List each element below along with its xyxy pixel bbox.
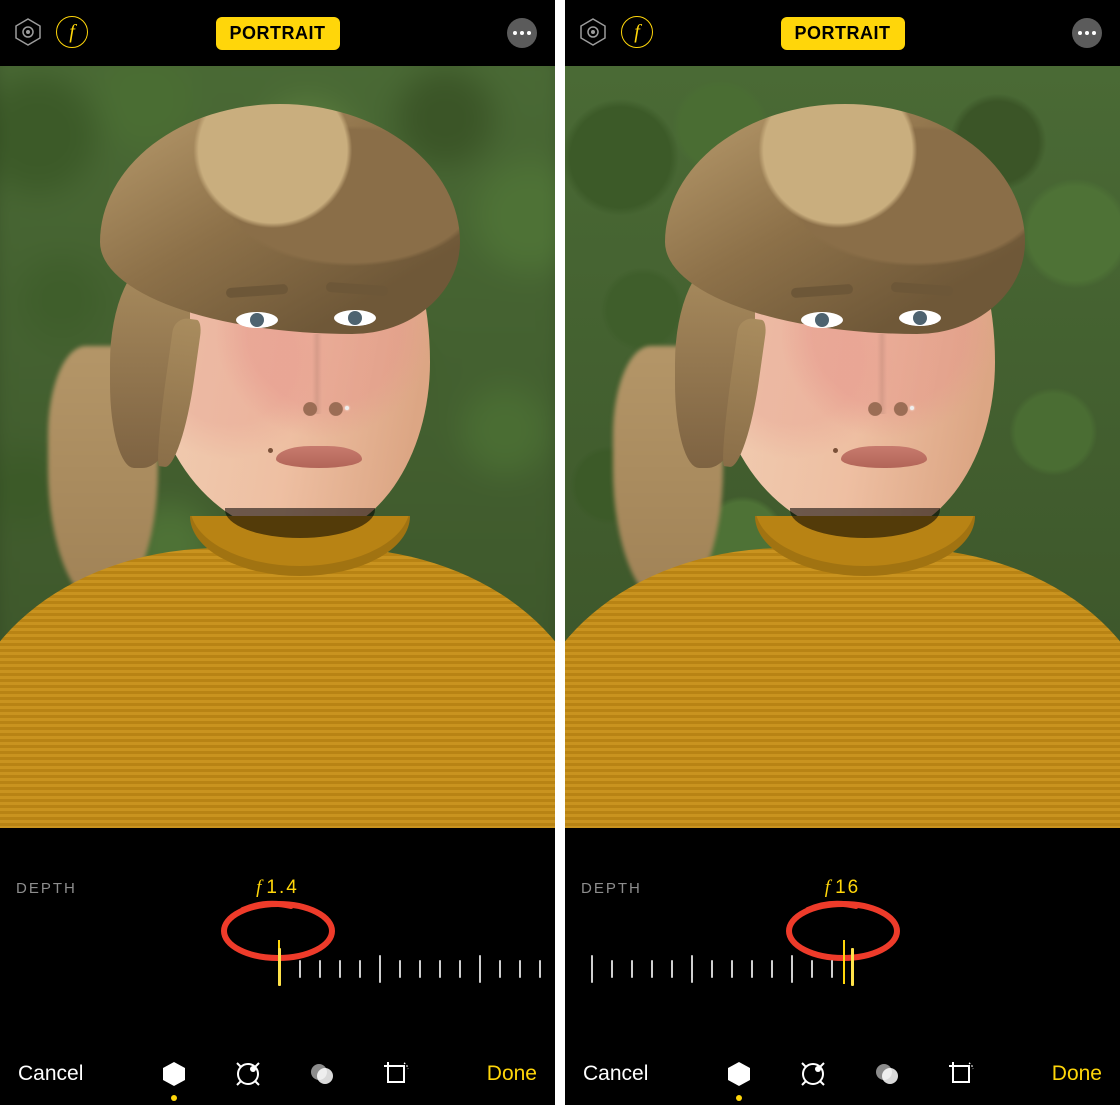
photo-viewport[interactable]	[565, 66, 1120, 828]
bottom-toolbar: Cancel Done	[0, 1043, 555, 1105]
portrait-lighting-icon[interactable]	[577, 16, 609, 48]
edit-panel: DEPTH f16	[565, 828, 1120, 1043]
lighting-tool-icon[interactable]	[159, 1059, 189, 1089]
filters-tool-icon[interactable]	[307, 1059, 337, 1089]
done-button[interactable]: Done	[1052, 1062, 1102, 1086]
more-button[interactable]	[507, 18, 537, 48]
photo-subject	[0, 88, 555, 828]
portrait-lighting-icon[interactable]	[12, 16, 44, 48]
bottom-toolbar: Cancel Done	[565, 1043, 1120, 1105]
slider-ticks	[278, 960, 541, 986]
edit-panel: DEPTH f1.4	[0, 828, 555, 1043]
slider-ticks	[591, 960, 854, 986]
depth-label: DEPTH	[581, 880, 642, 897]
depth-label: DEPTH	[16, 880, 77, 897]
depth-aperture-value: f16	[825, 877, 860, 899]
comparison-wrap: f PORTRAIT DEPTH f1.4 Cancel	[0, 0, 1120, 1105]
top-bar: f PORTRAIT	[565, 0, 1120, 66]
f-glyph: f	[634, 21, 640, 44]
f-glyph: f	[69, 21, 75, 44]
crop-tool-icon[interactable]	[946, 1059, 976, 1089]
adjust-tool-icon[interactable]	[233, 1059, 263, 1089]
adjust-tool-icon[interactable]	[798, 1059, 828, 1089]
aperture-f-icon[interactable]: f	[621, 16, 653, 48]
done-button[interactable]: Done	[487, 1062, 537, 1086]
aperture-f-icon[interactable]: f	[56, 16, 88, 48]
lighting-tool-icon[interactable]	[724, 1059, 754, 1089]
more-button[interactable]	[1072, 18, 1102, 48]
selected-indicator	[171, 1095, 177, 1101]
cancel-button[interactable]: Cancel	[18, 1062, 83, 1086]
depth-slider[interactable]	[565, 940, 1120, 996]
selected-indicator	[736, 1095, 742, 1101]
screen-right: f PORTRAIT DEPTH f16 Cancel	[565, 0, 1120, 1105]
depth-slider[interactable]	[0, 940, 555, 996]
cancel-button[interactable]: Cancel	[583, 1062, 648, 1086]
photo-subject	[565, 88, 1120, 828]
screen-left: f PORTRAIT DEPTH f1.4 Cancel	[0, 0, 555, 1105]
depth-aperture-value: f1.4	[256, 877, 299, 899]
filters-tool-icon[interactable]	[872, 1059, 902, 1089]
mode-badge[interactable]: PORTRAIT	[781, 17, 905, 50]
top-bar: f PORTRAIT	[0, 0, 555, 66]
photo-viewport[interactable]	[0, 66, 555, 828]
mode-badge[interactable]: PORTRAIT	[216, 17, 340, 50]
crop-tool-icon[interactable]	[381, 1059, 411, 1089]
